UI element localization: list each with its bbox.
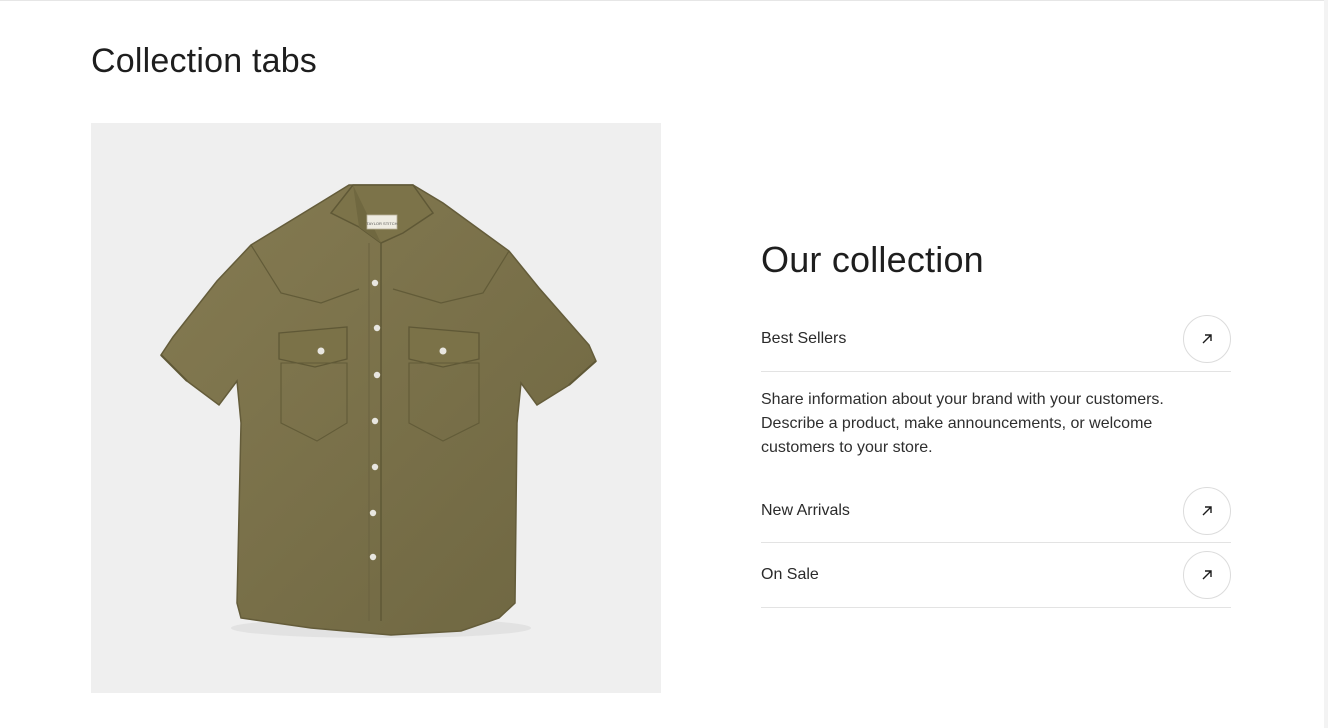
tab-on-sale[interactable]: On Sale <box>761 543 1231 608</box>
scrollbar-track <box>1324 0 1328 728</box>
shirt-illustration: TAYLOR STITCH <box>160 184 597 638</box>
tab-best-sellers[interactable]: Best Sellers <box>761 307 1231 372</box>
top-divider <box>0 0 1328 1</box>
tab-on-sale-link[interactable] <box>1183 551 1231 599</box>
collection-title: Our collection <box>761 239 984 280</box>
tab-best-sellers-link[interactable] <box>1183 315 1231 363</box>
tab-best-sellers-description: Share information about your brand with … <box>761 391 1164 456</box>
tab-new-arrivals-label: New Arrivals <box>761 501 850 519</box>
product-image: TAYLOR STITCH <box>91 123 661 693</box>
tab-on-sale-label: On Sale <box>761 566 819 583</box>
section-title: Collection tabs <box>91 42 318 80</box>
collection-panel: Our collection Best Sellers Share inform… <box>761 238 1231 608</box>
tab-new-arrivals[interactable]: New Arrivals <box>761 478 1231 543</box>
arrow-up-right-icon <box>1202 505 1212 515</box>
shirt-label-text: TAYLOR STITCH <box>367 221 398 226</box>
tab-new-arrivals-link[interactable] <box>1183 486 1231 535</box>
arrow-up-right-icon <box>1202 570 1212 580</box>
tab-best-sellers-label: Best Sellers <box>761 330 847 347</box>
arrow-up-right-icon <box>1202 334 1212 344</box>
